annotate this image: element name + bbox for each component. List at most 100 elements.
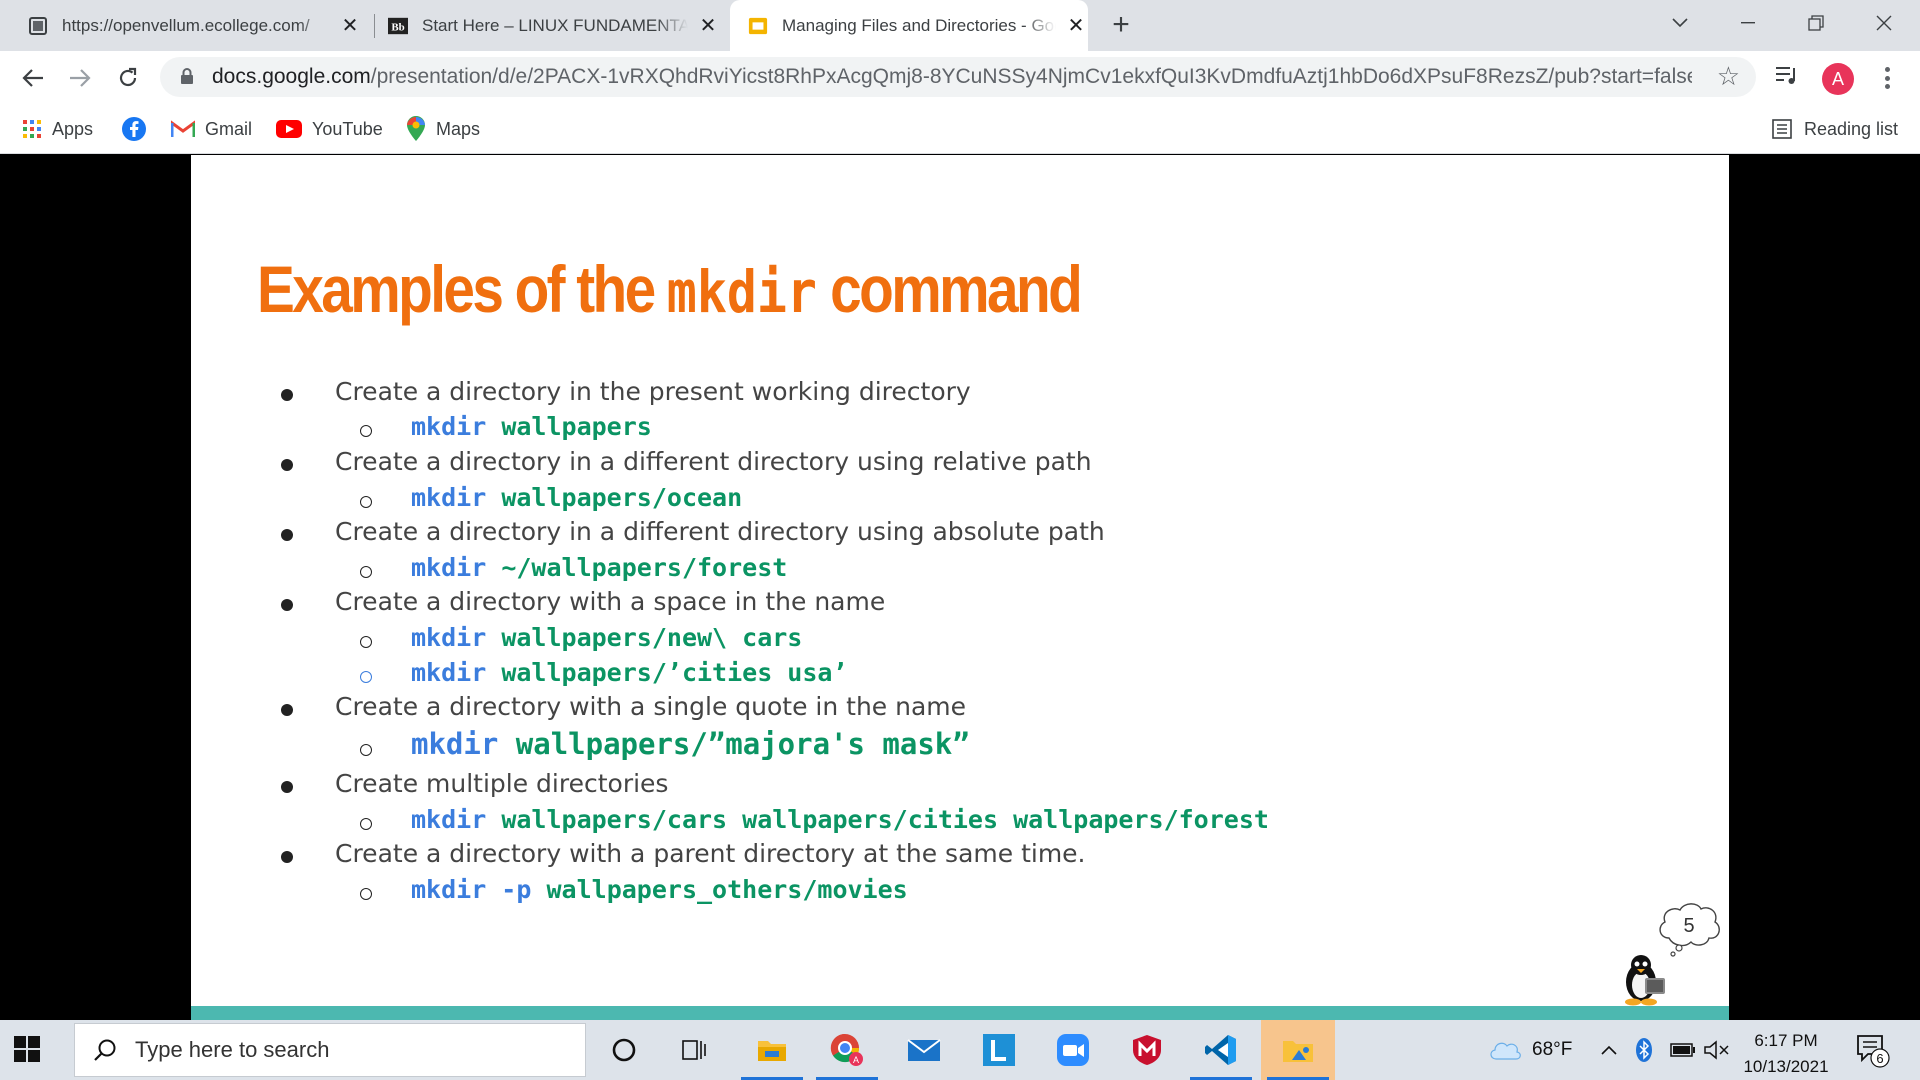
tab-start-here[interactable]: Bb Start Here – LINUX FUNDAMENTALS ✕ (388, 0, 720, 51)
tray-overflow-chevron-icon[interactable] (1600, 1020, 1618, 1080)
tab-search-button[interactable] (1660, 6, 1700, 40)
bookmark-gmail[interactable]: Gmail (171, 116, 252, 142)
apps-grid-icon (22, 119, 42, 139)
gmail-icon (171, 120, 195, 138)
google-slides-icon (748, 16, 768, 36)
url-path: /presentation/d/e/2PACX-1vRXQhdRviYicst8… (370, 65, 1692, 88)
task-view-icon[interactable] (658, 1020, 732, 1080)
close-icon (1876, 15, 1892, 31)
windows-taskbar: Type here to search A 68°F 6:17 PM 10/13… (0, 1020, 1920, 1080)
sub-bullet-circle (360, 636, 372, 648)
svg-text:5: 5 (1683, 915, 1694, 937)
command-code: mkdir wallpapers/’cities usa’ (411, 658, 848, 687)
sub-bullet-circle (360, 888, 372, 900)
reload-icon (119, 67, 137, 87)
command-argument: wallpapers (501, 412, 652, 441)
close-window-button[interactable] (1864, 6, 1904, 40)
bullet-text: Create a directory in a different direct… (335, 447, 1092, 476)
slide[interactable]: Examples of the mkdir command Create a d… (191, 155, 1729, 1020)
back-button[interactable] (16, 61, 50, 95)
mcafee-icon[interactable] (1110, 1020, 1184, 1080)
sub-bullet-command: mkdir ~/wallpapers/forest (191, 553, 1729, 589)
forward-button[interactable] (63, 61, 97, 95)
profile-avatar[interactable]: A (1822, 63, 1854, 95)
reload-button[interactable] (111, 61, 145, 95)
notification-center-icon[interactable]: 6 (1856, 1034, 1890, 1073)
bookmark-label: Apps (52, 118, 94, 139)
new-tab-button[interactable]: + (1106, 8, 1136, 41)
reading-list-button[interactable]: Reading list (1772, 116, 1898, 142)
windows-logo-icon (14, 1036, 40, 1062)
bullet-dot (281, 459, 293, 471)
zoom-icon[interactable] (1036, 1020, 1110, 1080)
minimize-button[interactable] (1728, 6, 1768, 40)
vscode-icon[interactable] (1184, 1020, 1258, 1080)
taskbar-search-box[interactable]: Type here to search (74, 1023, 586, 1077)
cloud-icon (1490, 1042, 1521, 1060)
battery-icon[interactable] (1670, 1020, 1696, 1080)
bookmark-maps[interactable]: Maps (406, 116, 480, 142)
command-code: mkdir wallpapers/”majora's mask” (411, 727, 970, 761)
command-keyword: mkdir (411, 623, 487, 652)
sub-bullet-circle (360, 744, 372, 756)
svg-text:Bb: Bb (391, 21, 404, 33)
bluetooth-icon[interactable] (1636, 1020, 1652, 1080)
close-icon[interactable]: ✕ (696, 14, 720, 38)
command-argument: wallpapers_others/movies (546, 875, 908, 904)
bullet-text: Create a directory with a parent directo… (335, 839, 1086, 868)
sub-bullet-command: mkdir wallpapers (191, 412, 1729, 448)
reading-list-icon (1772, 119, 1792, 139)
bullet-item: Create a directory with a space in the n… (191, 587, 1729, 623)
tab-openvellum[interactable]: https://openvellum.ecollege.com/ ✕ (28, 0, 362, 51)
file-explorer-icon[interactable] (735, 1020, 809, 1080)
command-keyword: mkdir (411, 483, 487, 512)
command-argument: wallpapers/cars wallpapers/cities wallpa… (501, 805, 1269, 834)
volume-muted-icon[interactable] (1704, 1020, 1730, 1080)
sub-bullet-command: mkdir -p wallpapers_others/movies (191, 875, 1729, 911)
photos-icon[interactable] (1261, 1020, 1335, 1080)
title-suffix: command (830, 252, 1083, 326)
tab-managing-files[interactable]: Managing Files and Directories - Google … (730, 0, 1088, 51)
chrome-icon[interactable]: A (810, 1020, 884, 1080)
windows-start-button[interactable] (14, 1036, 40, 1067)
mail-icon[interactable] (887, 1020, 961, 1080)
bullet-item: Create multiple directories (191, 769, 1729, 805)
bookmark-apps[interactable]: Apps (22, 116, 93, 142)
weather-widget[interactable]: 68°F (1488, 1020, 1572, 1080)
reading-list-label: Reading list (1804, 118, 1899, 139)
command-argument: ~/wallpapers/forest (501, 553, 788, 582)
bookmark-label: Gmail (205, 118, 253, 139)
cortana-icon[interactable] (587, 1020, 661, 1080)
bullet-item: Create a directory with a single quote i… (191, 692, 1729, 728)
minimize-icon (1741, 22, 1755, 24)
system-clock[interactable]: 6:17 PM 10/13/2021 (1736, 1028, 1836, 1080)
l-app-icon[interactable] (962, 1020, 1036, 1080)
more-menu-icon[interactable] (1882, 63, 1892, 93)
media-queue-icon[interactable] (1775, 65, 1799, 92)
bullet-text: Create multiple directories (335, 769, 669, 798)
sub-bullet-circle (360, 818, 372, 830)
close-icon[interactable]: ✕ (1064, 14, 1088, 38)
sub-bullet-command: mkdir wallpapers/cars wallpapers/cities … (191, 805, 1729, 841)
bookmark-facebook[interactable] (122, 116, 156, 142)
url-host: docs.google.com (212, 65, 371, 88)
tab-title: Start Here – LINUX FUNDAMENTALS (422, 15, 688, 35)
command-keyword: mkdir (411, 805, 487, 834)
lock-icon[interactable] (180, 68, 194, 90)
command-argument: wallpapers/’cities usa’ (501, 658, 848, 687)
svg-text:6: 6 (1876, 1051, 1883, 1066)
address-bar[interactable]: docs.google.com/presentation/d/e/2PACX-1… (160, 57, 1756, 97)
close-icon[interactable]: ✕ (338, 14, 362, 38)
sub-bullet-circle (360, 496, 372, 508)
bookmark-youtube[interactable]: YouTube (276, 116, 383, 142)
bullet-item: Create a directory in a different direct… (191, 517, 1729, 553)
arrow-right-icon (70, 69, 91, 87)
restore-button[interactable] (1796, 6, 1836, 40)
command-code: mkdir wallpapers/ocean (411, 483, 742, 512)
search-icon (93, 1038, 117, 1062)
bullet-item: Create a directory in a different direct… (191, 447, 1729, 483)
bullet-dot (281, 704, 293, 716)
sub-bullet-circle (360, 671, 372, 683)
bookmark-star-icon[interactable]: ☆ (1717, 61, 1740, 92)
sub-bullet-circle (360, 566, 372, 578)
